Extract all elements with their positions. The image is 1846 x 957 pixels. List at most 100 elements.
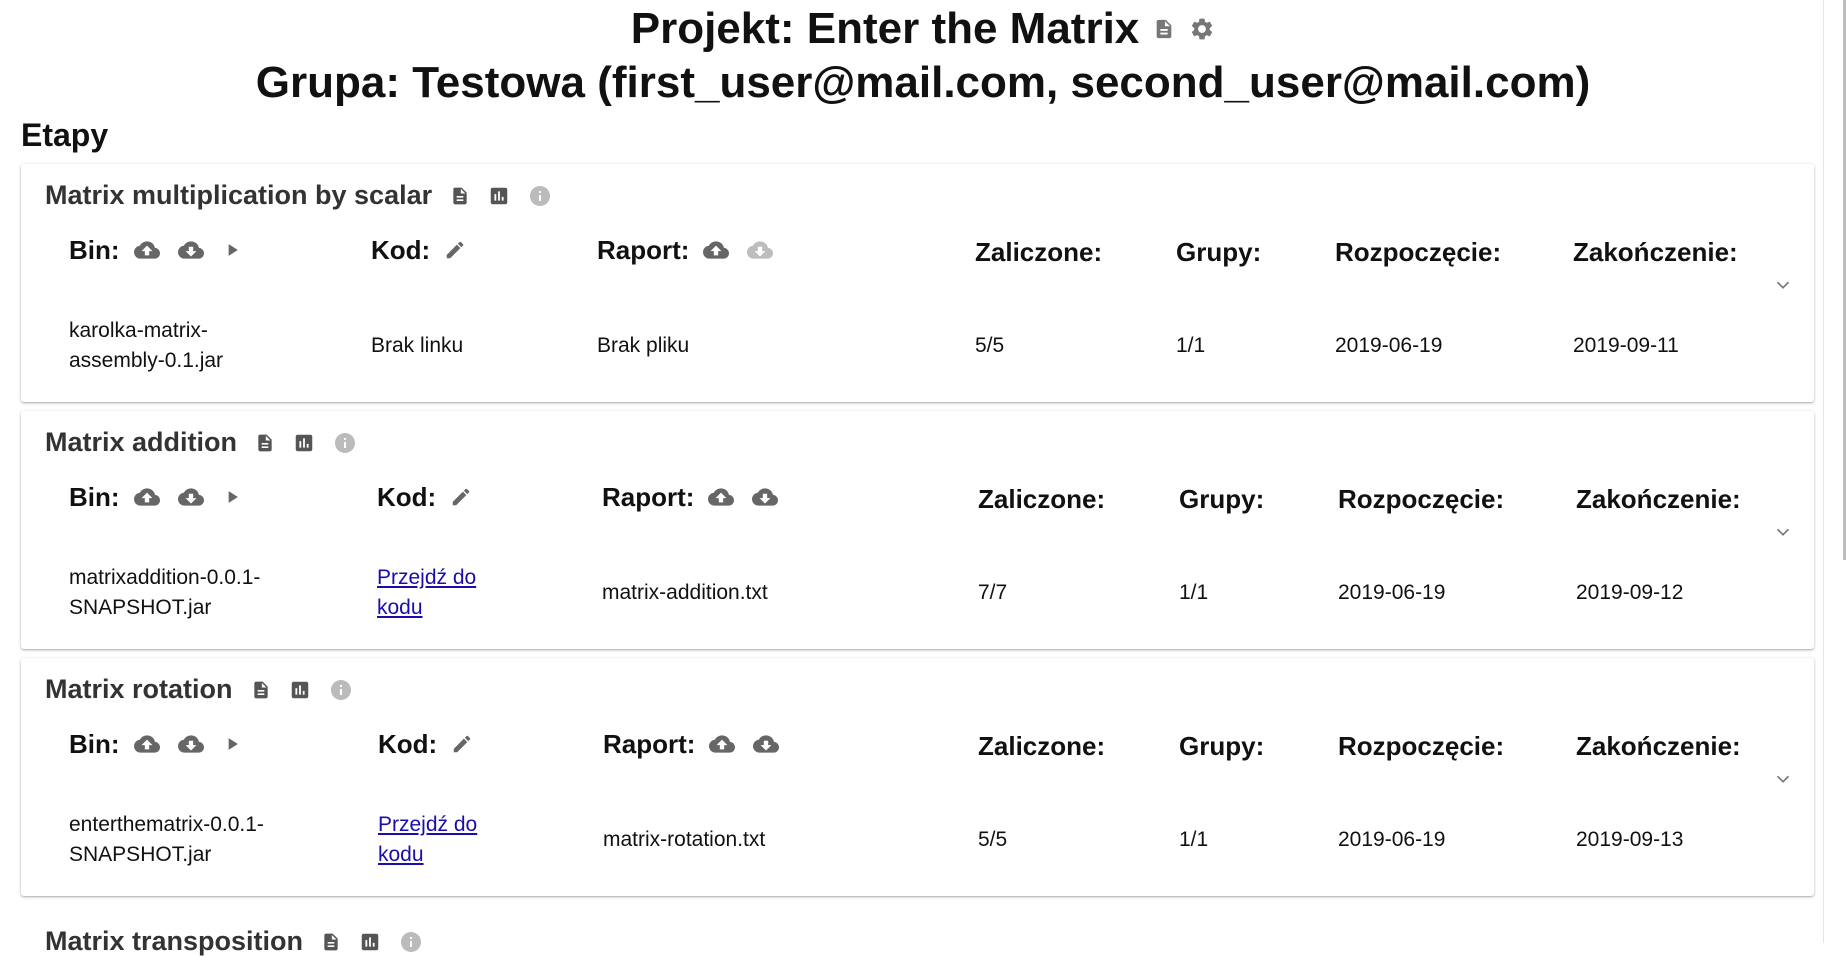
- start-column-header: Rozpoczęcie:: [1338, 479, 1504, 519]
- code-label: Kod:: [377, 481, 437, 512]
- stage-title: Matrix rotation: [45, 674, 233, 704]
- chevron-down-icon[interactable]: [1772, 274, 1794, 301]
- bin-label: Bin:: [69, 481, 120, 512]
- bin-filename-line2: SNAPSHOT.jar: [69, 596, 212, 619]
- report-filename: matrix-rotation.txt: [603, 828, 766, 851]
- code-value: Brak linku: [371, 334, 464, 357]
- end-date: 2019-09-13: [1576, 828, 1684, 851]
- cloud-upload-icon[interactable]: [133, 237, 160, 263]
- stage-card[interactable]: Matrix rotation Bin: enterthematrix-0.0.…: [21, 658, 1814, 896]
- end-date: 2019-09-11: [1573, 334, 1679, 357]
- document-icon[interactable]: [450, 184, 470, 208]
- start-label: Rozpoczęcie:: [1338, 483, 1505, 514]
- stage-card[interactable]: Matrix multiplication by scalar Bin: kar…: [21, 164, 1814, 402]
- stage-header: Matrix multiplication by scalar: [45, 180, 552, 211]
- chevron-down-icon[interactable]: [1772, 768, 1794, 795]
- report-filename: matrix-addition.txt: [602, 581, 768, 604]
- report-column-header: Raport:: [602, 477, 779, 517]
- report-column-header: Raport:: [597, 230, 774, 270]
- pencil-icon[interactable]: [450, 486, 472, 508]
- info-icon[interactable]: [333, 431, 357, 455]
- bar-chart-icon[interactable]: [293, 432, 315, 454]
- cloud-download-icon[interactable]: [753, 731, 780, 757]
- gear-icon[interactable]: [1189, 16, 1215, 42]
- cloud-download-icon[interactable]: [177, 731, 204, 757]
- passed-column-header: Zaliczone:: [978, 479, 1105, 519]
- bin-filename: enterthematrix-0.0.1- SNAPSHOT.jar: [69, 810, 264, 870]
- code-link-line2[interactable]: kodu: [377, 596, 423, 619]
- groups-label: Grupy:: [1179, 483, 1265, 514]
- report-filename: Brak pliku: [597, 334, 690, 357]
- code-link[interactable]: Przejdź do kodu: [377, 563, 476, 623]
- bin-filename-line1: karolka-matrix-: [69, 319, 208, 342]
- passed-value: 5/5: [978, 828, 1008, 851]
- code-label: Kod:: [371, 234, 431, 265]
- chevron-down-icon[interactable]: [1772, 521, 1794, 548]
- passed-label: Zaliczone:: [978, 483, 1106, 514]
- groups-label: Grupy:: [1176, 236, 1262, 267]
- info-icon[interactable]: [528, 184, 552, 208]
- end-label: Zakończenie:: [1573, 236, 1738, 267]
- start-column-header: Rozpoczęcie:: [1335, 232, 1501, 272]
- cloud-upload-icon[interactable]: [703, 237, 730, 263]
- code-link-line1[interactable]: Przejdź do: [378, 813, 477, 836]
- pencil-icon[interactable]: [444, 239, 466, 261]
- stage-header: Matrix addition: [45, 427, 357, 458]
- bin-filename-line1: enterthematrix-0.0.1-: [69, 813, 264, 836]
- groups-value: 1/1: [1179, 828, 1209, 851]
- stage-title: Matrix addition: [45, 427, 238, 457]
- stage-card[interactable]: Matrix addition Bin: matrixaddition-0.0.…: [21, 411, 1814, 649]
- start-column-header: Rozpoczęcie:: [1338, 726, 1504, 766]
- play-icon[interactable]: [222, 487, 242, 507]
- cloud-download-icon: [747, 237, 774, 263]
- info-icon[interactable]: [329, 678, 353, 702]
- play-icon[interactable]: [222, 734, 242, 754]
- section-title: Etapy: [21, 117, 109, 153]
- stage-title: Matrix transposition: [45, 926, 304, 956]
- document-icon[interactable]: [321, 930, 341, 954]
- bin-filename-line2: assembly-0.1.jar: [69, 349, 224, 372]
- code-link-line1[interactable]: Przejdź do: [377, 566, 476, 589]
- groups-label: Grupy:: [1179, 730, 1265, 761]
- bin-label: Bin:: [69, 728, 120, 759]
- passed-value: 7/7: [978, 581, 1008, 604]
- cloud-download-icon[interactable]: [177, 484, 204, 510]
- report-label: Raport:: [602, 481, 695, 512]
- report-label: Raport:: [603, 728, 696, 759]
- start-label: Rozpoczęcie:: [1338, 730, 1505, 761]
- info-icon[interactable]: [399, 930, 423, 954]
- code-link[interactable]: Przejdź do kodu: [378, 810, 477, 870]
- passed-column-header: Zaliczone:: [975, 232, 1102, 272]
- start-date: 2019-06-19: [1335, 334, 1443, 357]
- bin-column-header: Bin:: [69, 724, 242, 764]
- scrollbar[interactable]: [1823, 0, 1846, 943]
- cloud-upload-icon[interactable]: [708, 484, 735, 510]
- bin-column-header: Bin:: [69, 477, 242, 517]
- document-icon[interactable]: [251, 678, 271, 702]
- bin-filename: matrixaddition-0.0.1- SNAPSHOT.jar: [69, 563, 260, 623]
- end-column-header: Zakończenie:: [1576, 726, 1741, 766]
- code-link-line2[interactable]: kodu: [378, 843, 424, 866]
- cloud-upload-icon[interactable]: [133, 731, 160, 757]
- project-title-row: Projekt: Enter the Matrix: [0, 2, 1846, 56]
- cloud-download-icon[interactable]: [177, 237, 204, 263]
- cloud-upload-icon[interactable]: [133, 484, 160, 510]
- bar-chart-icon[interactable]: [359, 931, 381, 953]
- stage-card-partial[interactable]: Matrix transposition: [45, 926, 423, 957]
- document-icon[interactable]: [255, 431, 275, 455]
- end-label: Zakończenie:: [1576, 483, 1741, 514]
- cloud-download-icon[interactable]: [752, 484, 779, 510]
- cloud-upload-icon[interactable]: [709, 731, 736, 757]
- document-icon[interactable]: [1153, 16, 1175, 42]
- pencil-icon[interactable]: [451, 733, 473, 755]
- bin-label: Bin:: [69, 234, 120, 265]
- report-column-header: Raport:: [603, 724, 780, 764]
- bin-filename-line2: SNAPSHOT.jar: [69, 843, 212, 866]
- report-label: Raport:: [597, 234, 690, 265]
- bar-chart-icon[interactable]: [488, 185, 510, 207]
- play-icon[interactable]: [222, 240, 242, 260]
- group-title-row: Grupa: Testowa (first_user@mail.com, sec…: [0, 56, 1846, 110]
- groups-column-header: Grupy:: [1179, 479, 1264, 519]
- bar-chart-icon[interactable]: [289, 679, 311, 701]
- passed-label: Zaliczone:: [978, 730, 1106, 761]
